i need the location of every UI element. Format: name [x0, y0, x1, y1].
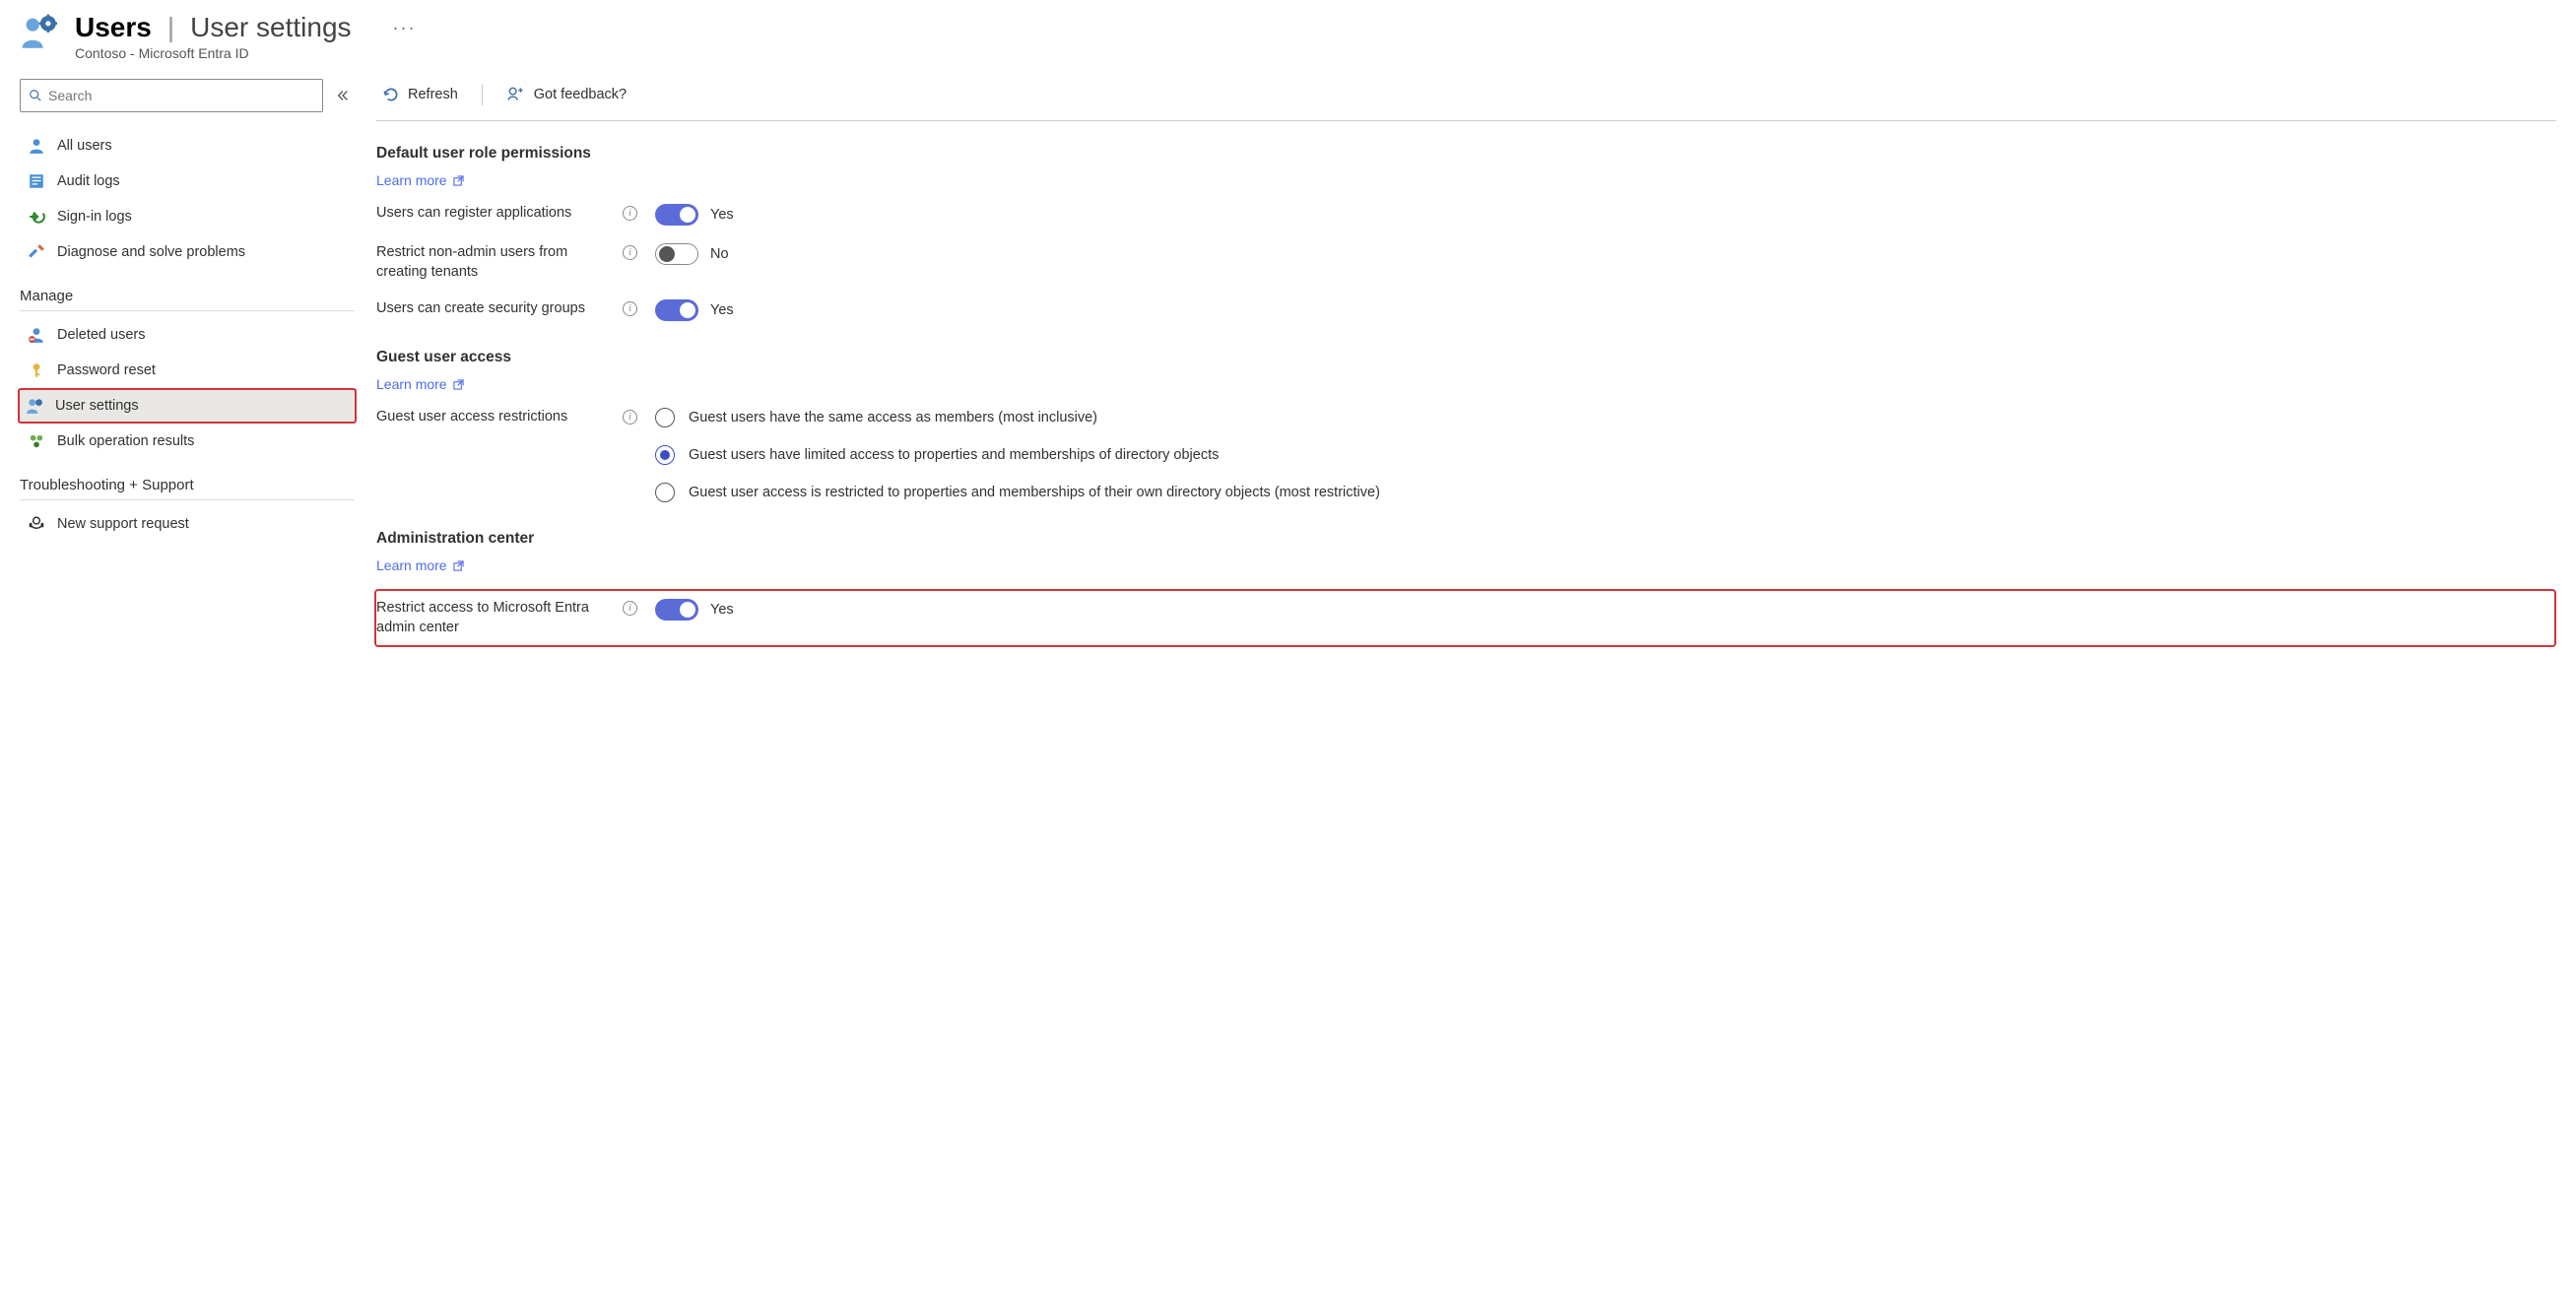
page-title-main: Users — [75, 12, 152, 43]
deleted-user-icon — [28, 326, 45, 344]
setting-label: Users can create security groups — [376, 299, 605, 319]
sidebar-item-signin-logs[interactable]: Sign-in logs — [20, 199, 355, 234]
user-gear-icon — [26, 397, 43, 415]
signin-icon — [28, 208, 45, 226]
sidebar: All users Audit logs Sign-in logs Diagno… — [20, 79, 355, 675]
users-gear-icon — [20, 12, 61, 53]
learn-more-link[interactable]: Learn more — [376, 172, 464, 188]
sidebar-item-label: Bulk operation results — [57, 433, 194, 449]
setting-label: Guest user access restrictions — [376, 408, 605, 427]
toggle-value: Yes — [710, 207, 734, 223]
toggle-restrict-admin-center[interactable] — [655, 599, 698, 621]
chevron-double-left-icon — [336, 89, 350, 102]
sidebar-group-support: Troubleshooting + Support — [20, 477, 355, 500]
radio-label: Guest users have limited access to prope… — [689, 447, 1219, 463]
external-link-icon — [453, 379, 464, 390]
setting-restrict-admin-center: Restrict access to Microsoft Entra admin… — [376, 599, 2543, 637]
more-actions-button[interactable]: ··· — [393, 18, 417, 38]
sidebar-item-label: Diagnose and solve problems — [57, 244, 245, 260]
learn-more-link[interactable]: Learn more — [376, 557, 464, 573]
setting-guest-restrictions: Guest user access restrictions i Guest u… — [376, 408, 2556, 502]
sidebar-item-label: Deleted users — [57, 327, 145, 343]
sidebar-item-label: Password reset — [57, 362, 156, 378]
toggle-value: Yes — [710, 302, 734, 318]
toggle-register-apps[interactable] — [655, 204, 698, 226]
section-default-permissions: Default user role permissions Learn more… — [376, 145, 2556, 321]
setting-label: Users can register applications — [376, 204, 605, 224]
toggle-value: No — [710, 246, 729, 262]
sidebar-item-user-settings[interactable]: User settings — [18, 388, 357, 424]
info-icon[interactable]: i — [623, 410, 637, 425]
feedback-button[interactable]: Got feedback? — [500, 81, 632, 108]
section-guest-access: Guest user access Learn more Guest user … — [376, 349, 2556, 502]
setting-security-groups: Users can create security groups i Yes — [376, 299, 2556, 321]
sidebar-item-label: User settings — [55, 398, 139, 414]
refresh-button[interactable]: Refresh — [376, 82, 464, 107]
tools-icon — [28, 243, 45, 261]
page-subtitle: Contoso - Microsoft Entra ID — [75, 45, 417, 61]
person-icon — [28, 137, 45, 155]
setting-restrict-tenants: Restrict non-admin users from creating t… — [376, 243, 2556, 282]
page-title-sub: User settings — [190, 12, 351, 43]
command-bar: Refresh Got feedback? — [376, 81, 2556, 121]
learn-more-text: Learn more — [376, 172, 447, 188]
toggle-value: Yes — [710, 602, 734, 618]
radio-label: Guest users have the same access as memb… — [689, 410, 1097, 425]
search-input[interactable] — [48, 88, 314, 103]
sidebar-item-password-reset[interactable]: Password reset — [20, 353, 355, 388]
setting-label: Restrict non-admin users from creating t… — [376, 243, 605, 282]
collapse-sidebar-button[interactable] — [331, 84, 355, 107]
sidebar-item-diagnose[interactable]: Diagnose and solve problems — [20, 234, 355, 270]
sidebar-item-label: Audit logs — [57, 173, 120, 189]
support-icon — [28, 515, 45, 533]
radio-guest-limited[interactable]: Guest users have limited access to prope… — [655, 445, 1380, 465]
setting-register-apps: Users can register applications i Yes — [376, 204, 2556, 226]
sidebar-group-manage: Manage — [20, 288, 355, 311]
sidebar-item-label: New support request — [57, 516, 189, 532]
toggle-restrict-tenants[interactable] — [655, 243, 698, 265]
external-link-icon — [453, 175, 464, 186]
feedback-label: Got feedback? — [534, 87, 627, 102]
sidebar-item-label: Sign-in logs — [57, 209, 132, 225]
search-input-wrapper[interactable] — [20, 79, 323, 112]
setting-label: Restrict access to Microsoft Entra admin… — [376, 599, 605, 637]
radio-guest-restrictive[interactable]: Guest user access is restricted to prope… — [655, 483, 1380, 502]
section-admin-center: Administration center Learn more Restric… — [376, 530, 2556, 647]
refresh-icon — [382, 86, 400, 103]
section-title: Guest user access — [376, 349, 2556, 366]
bulk-icon — [28, 432, 45, 450]
info-icon[interactable]: i — [623, 206, 637, 221]
sidebar-item-label: All users — [57, 138, 112, 154]
log-icon — [28, 172, 45, 190]
main-content: Refresh Got feedback? Default user role … — [376, 79, 2556, 675]
toggle-security-groups[interactable] — [655, 299, 698, 321]
sidebar-item-all-users[interactable]: All users — [20, 128, 355, 164]
sidebar-item-audit-logs[interactable]: Audit logs — [20, 164, 355, 199]
refresh-label: Refresh — [408, 87, 458, 102]
sidebar-item-new-support[interactable]: New support request — [20, 506, 355, 542]
external-link-icon — [453, 560, 464, 571]
learn-more-text: Learn more — [376, 557, 447, 573]
radio-label: Guest user access is restricted to prope… — [689, 485, 1380, 500]
search-icon — [29, 89, 42, 102]
learn-more-text: Learn more — [376, 376, 447, 392]
radio-icon — [655, 483, 675, 502]
highlighted-setting: Restrict access to Microsoft Entra admin… — [374, 589, 2556, 647]
section-title: Administration center — [376, 530, 2556, 548]
sidebar-item-bulk-results[interactable]: Bulk operation results — [20, 424, 355, 459]
radio-guest-inclusive[interactable]: Guest users have the same access as memb… — [655, 408, 1380, 427]
info-icon[interactable]: i — [623, 601, 637, 616]
title-separator: | — [164, 12, 178, 43]
learn-more-link[interactable]: Learn more — [376, 376, 464, 392]
radio-icon — [655, 445, 675, 465]
page-header: Users | User settings ··· Contoso - Micr… — [20, 12, 2556, 61]
section-title: Default user role permissions — [376, 145, 2556, 163]
info-icon[interactable]: i — [623, 245, 637, 260]
feedback-icon — [506, 85, 526, 104]
command-separator — [482, 84, 483, 105]
key-icon — [28, 361, 45, 379]
radio-icon — [655, 408, 675, 427]
info-icon[interactable]: i — [623, 301, 637, 316]
sidebar-item-deleted-users[interactable]: Deleted users — [20, 317, 355, 353]
